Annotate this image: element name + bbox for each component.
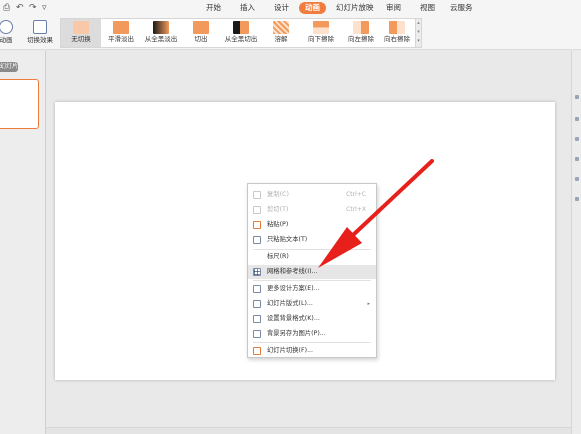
menu-item-label: 标尺(R) [267, 253, 289, 260]
transition-label: 平滑淡出 [108, 35, 134, 43]
transition-label: 从全黑切出 [224, 35, 258, 43]
menu-item-slide-transition[interactable]: 幻灯片切换(F)... [248, 344, 376, 358]
menu-item-paste-text-only[interactable]: 只粘贴文本(T) [248, 233, 376, 247]
tab-slideshow[interactable]: 幻灯片放映 [336, 2, 374, 14]
menu-item-label: 只粘贴文本(T) [267, 236, 308, 243]
transition-effect-button[interactable]: 切换效果 [22, 16, 58, 50]
animation-label: 动画 [0, 36, 13, 44]
paste-text-icon [253, 236, 261, 244]
menu-item-label: 网格和参考线(I)... [267, 268, 318, 275]
tool-icon[interactable] [575, 157, 579, 161]
slides-tab[interactable]: 幻灯片 [0, 62, 18, 72]
print-icon[interactable]: ⎙ [3, 2, 10, 14]
transition-cut[interactable]: 切出 [181, 19, 221, 47]
design-icon [253, 285, 261, 293]
transition-dissolve[interactable]: 溶解 [261, 19, 301, 47]
menu-item-shortcut: Ctrl+C [346, 191, 366, 198]
background-icon [253, 315, 261, 323]
transition-label: 切出 [194, 35, 208, 43]
status-strip [46, 427, 571, 434]
transition-thumb [73, 21, 89, 34]
transition-thumb [353, 21, 369, 34]
save-image-icon [253, 330, 261, 338]
menu-bar: ⎙ ↶ ↷ ▿ 开始 插入 设计 动画 幻灯片放映 审阅 视图 云服务 [0, 0, 581, 16]
transition-cut-black[interactable]: 从全黑切出 [221, 19, 261, 47]
transition-wipe-right[interactable]: 向右擦除 [377, 19, 417, 47]
ribbon: 动画 切换效果 无切换 平滑淡出 从全黑淡出 切出 从全黑切出 溶解 向下擦除 … [0, 16, 581, 50]
tool-icon[interactable] [575, 197, 579, 201]
menu-item-more-designs[interactable]: 更多设计方案(E)... [248, 282, 376, 296]
transition-wipe-left[interactable]: 向左擦除 [341, 19, 381, 47]
menu-item-ruler[interactable]: 标尺(R) [248, 250, 376, 264]
right-toolbar [571, 51, 581, 434]
transition-fade-smooth[interactable]: 平滑淡出 [101, 19, 141, 47]
menu-item-save-background-image[interactable]: 背景另存为图片(P)... [248, 327, 376, 341]
transition-thumb [193, 21, 209, 34]
transition-label: 向右擦除 [384, 35, 410, 43]
transition-label: 从全黑淡出 [144, 35, 178, 43]
transition-label: 向左擦除 [348, 35, 374, 43]
tab-insert[interactable]: 插入 [240, 2, 255, 14]
transition-thumb [113, 21, 129, 34]
grid-icon [253, 268, 261, 276]
transition-label: 向下擦除 [308, 35, 334, 43]
transition-thumb [273, 21, 289, 34]
tool-icon[interactable] [575, 177, 579, 181]
menu-item-label: 设置背景格式(K)... [267, 315, 320, 322]
menu-separator [253, 342, 371, 343]
tab-animation[interactable]: 动画 [299, 2, 326, 14]
slide-panel: 幻灯片 [0, 51, 46, 434]
menu-item-cut[interactable]: 剪切(T) Ctrl+X [248, 203, 376, 217]
tab-design[interactable]: 设计 [274, 2, 289, 14]
tab-cloud[interactable]: 云服务 [450, 2, 473, 14]
menu-item-label: 粘贴(P) [267, 221, 289, 228]
menu-separator [253, 280, 371, 281]
menu-item-copy[interactable]: 复制(C) Ctrl+C [248, 188, 376, 202]
transition-gallery: 无切换 平滑淡出 从全黑淡出 切出 从全黑切出 溶解 向下擦除 向左擦除 向右擦… [60, 18, 416, 48]
tool-icon[interactable] [575, 117, 579, 121]
menu-item-label: 幻灯片切换(F)... [267, 347, 314, 354]
menu-item-shortcut: Ctrl+X [346, 206, 366, 213]
transition-wipe-down[interactable]: 向下擦除 [301, 19, 341, 47]
transition-thumb [153, 21, 169, 34]
transition-label: 无切换 [71, 35, 91, 43]
menu-item-label: 幻灯片版式(L)... [267, 300, 313, 307]
copy-icon [253, 191, 261, 199]
menu-item-grid-guides[interactable]: 网格和参考线(I)... [248, 265, 376, 279]
transition-thumb [233, 21, 249, 34]
menu-item-label: 更多设计方案(E)... [267, 285, 320, 292]
tab-review[interactable]: 审阅 [386, 2, 401, 14]
paste-icon [253, 221, 261, 229]
transition-icon [33, 20, 47, 34]
customize-quick-access-icon[interactable]: ▿ [42, 2, 47, 14]
transition-label: 溶解 [274, 35, 288, 43]
menu-item-label: 复制(C) [267, 191, 289, 198]
redo-icon[interactable]: ↷ [29, 2, 37, 14]
menu-item-label: 背景另存为图片(P)... [267, 330, 326, 337]
slide-thumbnail[interactable] [0, 79, 39, 129]
menu-item-paste[interactable]: 粘贴(P) [248, 218, 376, 232]
menu-item-label: 剪切(T) [267, 206, 289, 213]
transition-none[interactable]: 无切换 [61, 19, 101, 47]
tab-home[interactable]: 开始 [206, 2, 221, 14]
scissors-icon [253, 206, 261, 214]
transition-effect-label: 切换效果 [27, 36, 53, 44]
transition-thumb [313, 21, 329, 34]
tool-icon[interactable] [575, 95, 579, 99]
undo-icon[interactable]: ↶ [16, 2, 24, 14]
star-icon [0, 20, 13, 34]
submenu-arrow-icon: ▸ [367, 301, 370, 307]
tool-icon[interactable] [575, 137, 579, 141]
menu-item-format-background[interactable]: 设置背景格式(K)... [248, 312, 376, 326]
transition-thumb [389, 21, 405, 34]
slide-transition-icon [253, 347, 261, 355]
menu-item-slide-layout[interactable]: 幻灯片版式(L)... ▸ [248, 297, 376, 311]
layout-icon [253, 300, 261, 308]
animation-button[interactable]: 动画 [0, 16, 18, 50]
tab-view[interactable]: 视图 [420, 2, 435, 14]
gallery-scrollbar[interactable]: ▴ ▾ ▾ [416, 18, 422, 48]
transition-fade-black[interactable]: 从全黑淡出 [141, 19, 181, 47]
context-menu: 复制(C) Ctrl+C 剪切(T) Ctrl+X 粘贴(P) 只粘贴文本(T)… [247, 183, 377, 358]
